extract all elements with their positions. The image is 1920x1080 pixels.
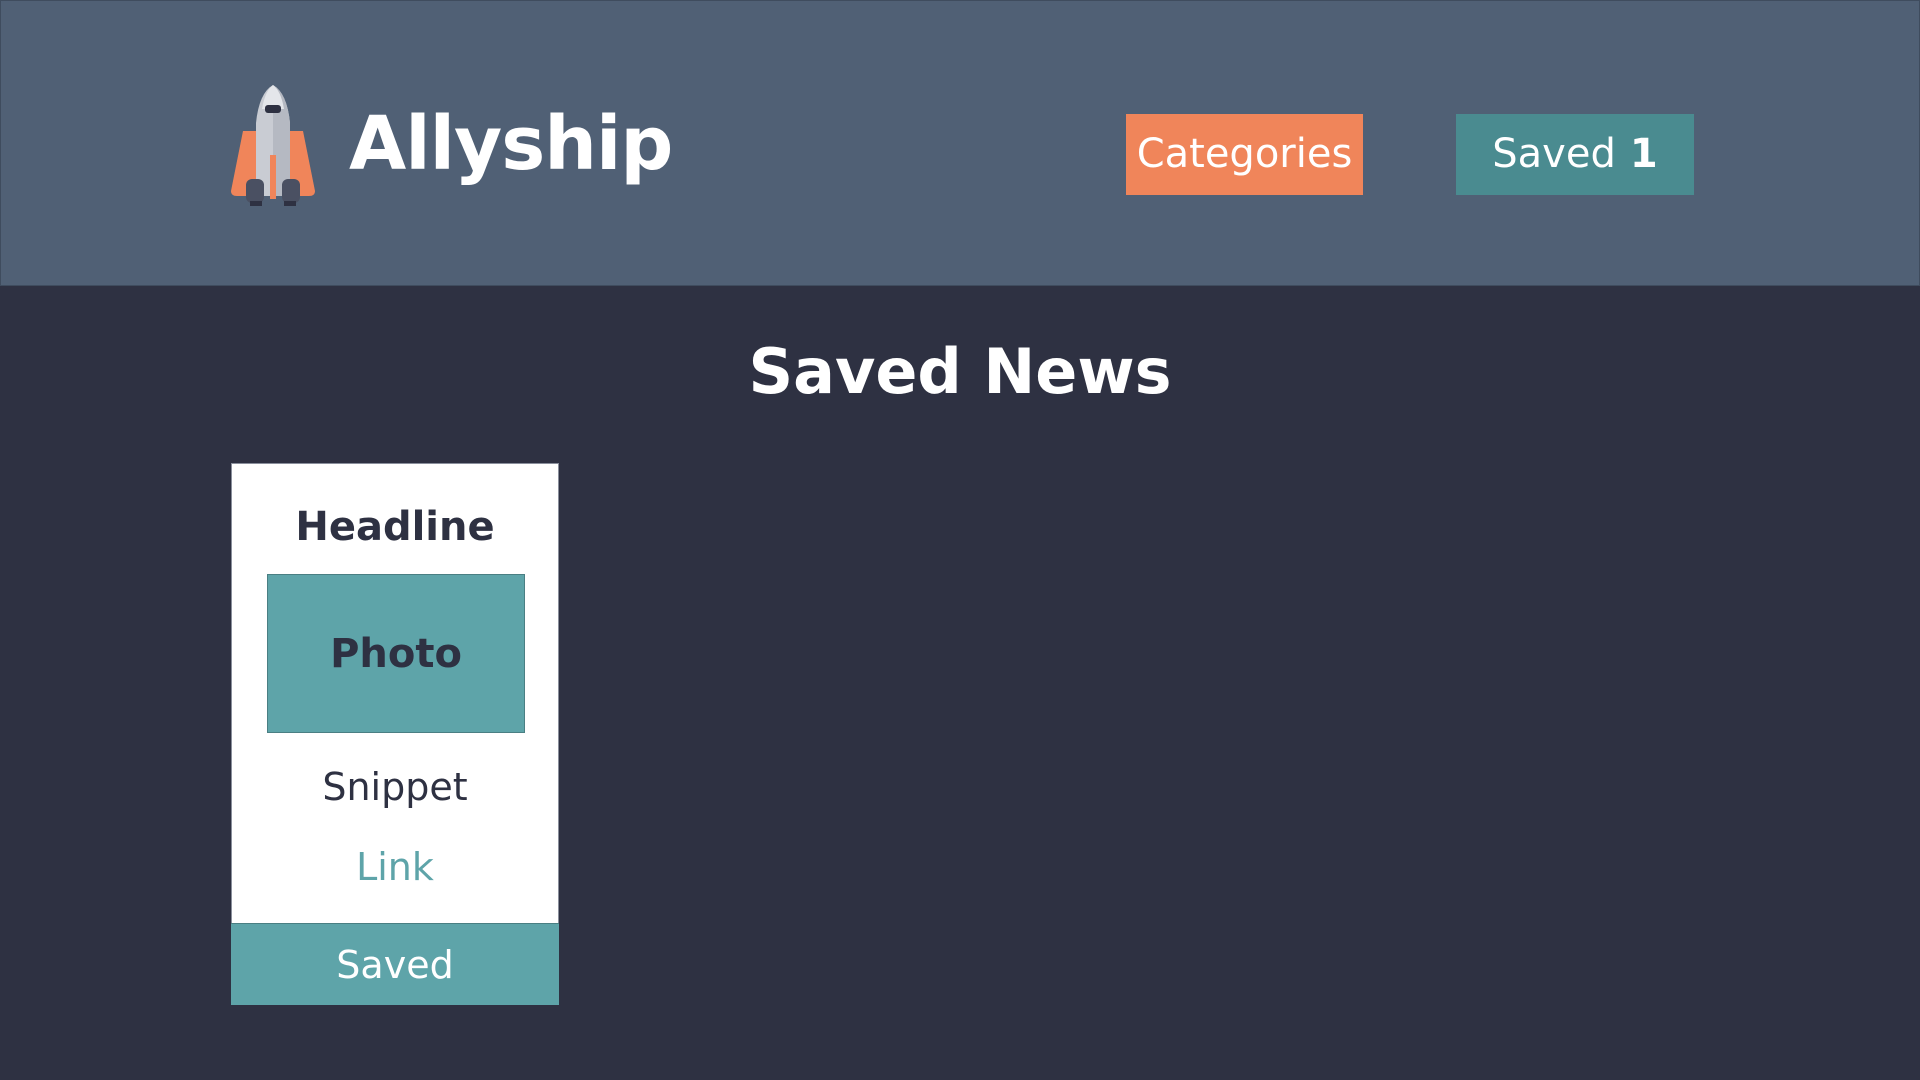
categories-button[interactable]: Categories	[1126, 114, 1363, 195]
card-photo-label: Photo	[330, 630, 462, 677]
top-navigation-bar: Allyship Categories Saved 1	[0, 0, 1920, 286]
card-link[interactable]: Link	[232, 842, 558, 892]
card-photo: Photo	[267, 574, 525, 733]
rocket-shuttle-icon	[231, 85, 315, 206]
page-title: Saved News	[748, 335, 1172, 408]
card-saved-button[interactable]: Saved	[231, 923, 559, 1005]
saved-count-badge: 1	[1629, 131, 1658, 177]
brand[interactable]: Allyship	[229, 83, 673, 208]
card-snippet: Snippet	[322, 765, 468, 809]
saved-button[interactable]: Saved 1	[1456, 114, 1694, 195]
saved-button-label: Saved	[1492, 131, 1616, 177]
news-card: Headline Photo Snippet Link Saved	[231, 463, 559, 1005]
card-headline: Headline	[295, 504, 495, 550]
categories-button-label: Categories	[1136, 131, 1353, 177]
brand-name: Allyship	[349, 100, 673, 187]
